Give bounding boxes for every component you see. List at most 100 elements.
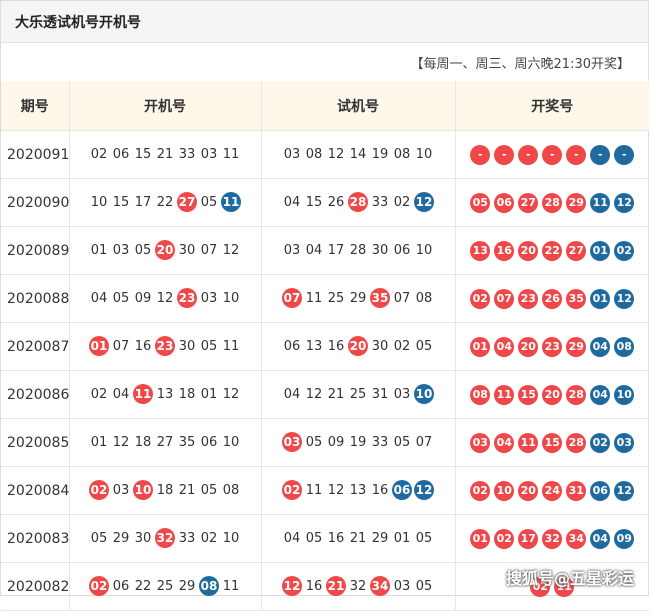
matched-number-red: 02	[89, 480, 109, 500]
number: 22	[134, 579, 152, 594]
front-ball: 02	[494, 528, 515, 549]
front-ball: -	[542, 144, 563, 165]
number: 13	[156, 387, 174, 402]
matched-number-red: 23	[177, 288, 197, 308]
matched-number-red: 10	[133, 480, 153, 500]
back-ball: 01	[590, 288, 611, 309]
number: 03	[393, 579, 411, 594]
column-header-kaijiang: 开奖号	[455, 81, 649, 131]
matched-number-red: 20	[155, 240, 175, 260]
number: 12	[305, 387, 323, 402]
number: 02	[393, 195, 411, 210]
column-header-shiji: 试机号	[261, 81, 456, 131]
number: 02	[90, 146, 108, 162]
kaiji-numbers: 01 03 05 20 30 07 12	[69, 226, 262, 275]
matched-number-red: 12	[282, 576, 302, 596]
number: 11	[222, 339, 240, 354]
number: 05	[415, 579, 433, 594]
issue-number: 2020088	[1, 274, 70, 323]
front-ball: 15	[542, 432, 563, 453]
matched-number-red: 35	[370, 288, 390, 308]
number: 29	[349, 291, 367, 306]
issue-number: 2020083	[1, 514, 70, 563]
back-ball: 10	[614, 384, 635, 405]
front-ball: 01	[470, 528, 491, 549]
front-ball: 35	[566, 288, 587, 309]
number: 08	[415, 291, 433, 306]
back-ball: 01	[590, 240, 611, 261]
front-ball: -	[494, 144, 515, 165]
number: 16	[371, 483, 389, 498]
number: 04	[283, 195, 301, 210]
kaijiang-numbers: 01 04 20 23 29 04 08	[455, 322, 649, 371]
watermark: 搜狐号@五星彩运	[505, 569, 634, 588]
number: 22	[156, 195, 174, 210]
back-ball: 04	[590, 528, 611, 549]
number: 06	[112, 146, 130, 162]
matched-number-red: 01	[89, 336, 109, 356]
number: 05	[305, 435, 323, 450]
shiji-numbers: 06 13 16 20 30 02 05	[261, 322, 456, 371]
kaijiang-numbers: 05 06 27 28 29 11 12	[455, 178, 649, 227]
shiji-numbers: 03 05 09 19 33 05 07	[261, 418, 456, 467]
issue-number: 2020091	[1, 130, 70, 179]
number: 04	[90, 291, 108, 306]
number: 04	[283, 530, 301, 546]
front-ball: 07	[494, 288, 515, 309]
number: 02	[200, 531, 218, 546]
matched-number-red: 32	[155, 528, 175, 548]
front-ball: 31	[566, 480, 587, 501]
matched-number-red: 20	[348, 336, 368, 356]
number: 30	[178, 339, 196, 354]
number: 10	[415, 146, 433, 162]
number: 21	[349, 530, 367, 546]
shiji-numbers: 03 04 17 28 30 06 10	[261, 226, 456, 275]
number: 03	[112, 483, 130, 498]
kaiji-numbers: 02 04 11 13 18 01 12	[69, 370, 262, 419]
front-ball: 01	[470, 336, 491, 357]
number: 03	[283, 146, 301, 162]
matched-number-red: 23	[155, 336, 175, 356]
number: 03	[200, 291, 218, 306]
number: 27	[156, 434, 174, 450]
issue-number: 2020082	[1, 562, 70, 611]
number: 21	[178, 483, 196, 498]
front-ball: 11	[518, 432, 539, 453]
number: 16	[327, 339, 345, 354]
table-row: 2020084 02 03 10 18 21 05 08 02 11 12 13 16 06 12 02 10 2…	[1, 466, 649, 515]
matched-number-blue: 08	[199, 576, 219, 596]
table-row: 2020090 10 15 17 22 27 05 11 04 15 26 28 33 02 12 05 06 2…	[1, 178, 649, 227]
table-row: 2020091 02 06 15 21 33 03 11 03 08 12 14 19 08 10- - - - -…	[1, 130, 649, 179]
title-bar: 大乐透试机号开机号	[1, 1, 648, 43]
number: 06	[200, 434, 218, 450]
number: 03	[393, 387, 411, 402]
matched-number-blue: 10	[414, 384, 434, 404]
number: 16	[327, 530, 345, 546]
number: 09	[134, 291, 152, 306]
number: 10	[90, 195, 108, 210]
shiji-numbers: 04 15 26 28 33 02 12	[261, 178, 456, 227]
number: 02	[90, 387, 108, 402]
kaijiang-numbers: 02 10 20 24 31 06 12	[455, 466, 649, 515]
number: 18	[178, 387, 196, 402]
front-ball: 08	[470, 384, 491, 405]
matched-number-red: 27	[177, 192, 197, 212]
number: 17	[134, 195, 152, 210]
number: 12	[327, 146, 345, 162]
number: 07	[415, 435, 433, 450]
back-ball: -	[614, 144, 635, 165]
number: 12	[156, 291, 174, 306]
number: 04	[112, 387, 130, 402]
matched-number-blue: 06	[392, 480, 412, 500]
column-header-issue: 期号	[1, 81, 70, 131]
front-ball: 04	[494, 432, 515, 453]
shiji-numbers: 04 05 16 21 29 01 05	[261, 514, 456, 563]
matched-number-blue: 12	[414, 480, 434, 500]
number: 13	[305, 339, 323, 354]
lottery-panel: 大乐透试机号开机号 【每周一、周三、周六晚21:30开奖】 期号 开机号 试机号…	[0, 0, 649, 611]
back-ball: 12	[614, 192, 635, 213]
back-ball: 12	[614, 288, 635, 309]
shiji-numbers: 07 11 25 29 35 07 08	[261, 274, 456, 323]
front-ball: 24	[542, 480, 563, 501]
front-ball: 10	[494, 480, 515, 501]
